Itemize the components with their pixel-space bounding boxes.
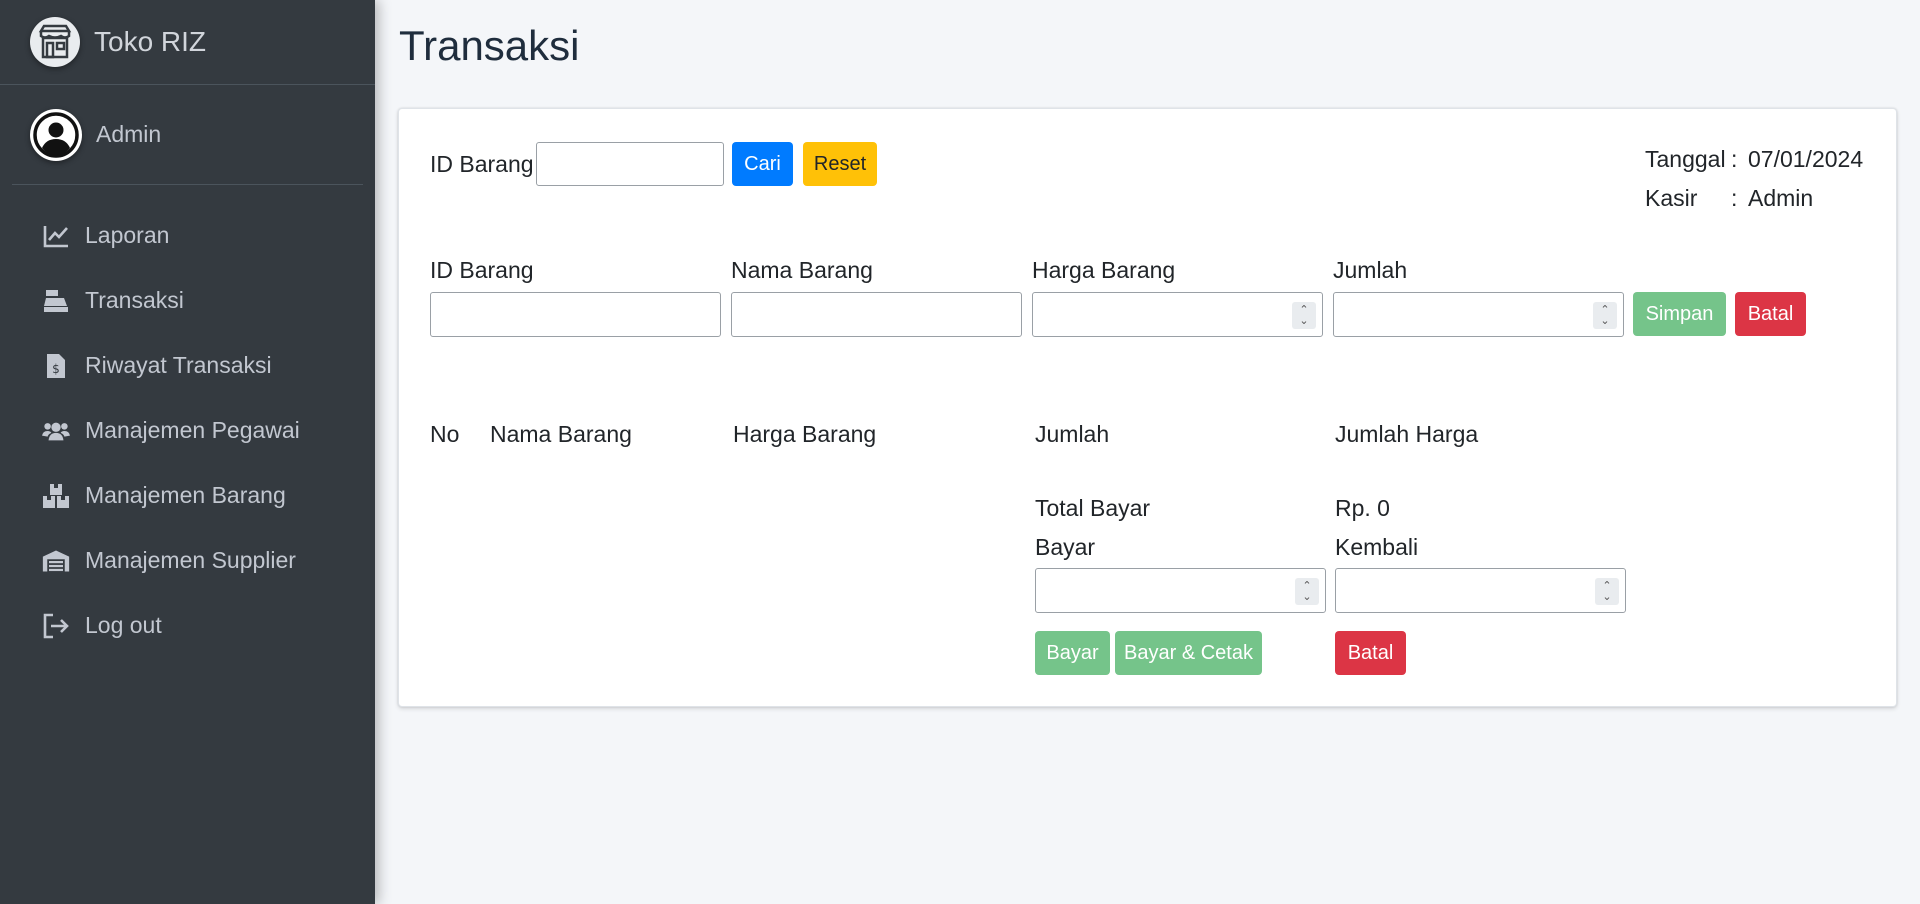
boxes-icon xyxy=(42,482,70,510)
item-id-input[interactable] xyxy=(430,292,721,337)
pay-button[interactable]: Bayar xyxy=(1035,631,1110,675)
sidebar-item-riwayat-transaksi[interactable]: $ Riwayat Transaksi xyxy=(0,333,375,398)
spinner-icon[interactable]: ⌃ ⌄ xyxy=(1292,302,1316,329)
date-label: Tanggal xyxy=(1645,146,1726,172)
pay-print-button[interactable]: Bayar & Cetak xyxy=(1115,631,1262,675)
sidebar-item-label: Laporan xyxy=(85,222,170,248)
sidebar-item-label: Transaksi xyxy=(85,287,184,313)
page-title: Transaksi xyxy=(399,22,580,69)
chart-line-icon xyxy=(42,222,70,250)
date-value: 07/01/2024 xyxy=(1748,146,1864,172)
sidebar-item-laporan[interactable]: Laporan xyxy=(0,203,375,268)
sidebar-item-label: Log out xyxy=(85,612,162,638)
svg-text:$: $ xyxy=(52,362,60,376)
spinner-icon[interactable]: ⌃ ⌄ xyxy=(1595,578,1619,605)
save-item-button[interactable]: Simpan xyxy=(1633,292,1726,336)
cashier-separator: : xyxy=(1731,185,1738,211)
cashier-value: Admin xyxy=(1748,185,1814,211)
cancel-payment-button[interactable]: Batal xyxy=(1335,631,1406,675)
sidebar-item-log-out[interactable]: Log out xyxy=(0,593,375,658)
brand-name: Toko RIZ xyxy=(94,26,207,57)
store-icon xyxy=(30,17,80,67)
item-id-label: ID Barang xyxy=(430,257,534,283)
item-qty-label: Jumlah xyxy=(1333,257,1408,283)
item-price-label: Harga Barang xyxy=(1032,257,1176,283)
cash-register-icon xyxy=(42,287,70,315)
table-header-qty: Jumlah xyxy=(1035,421,1110,447)
user-panel[interactable]: Admin xyxy=(12,85,363,185)
sidebar: Toko RIZ Admin Laporan Transaksi $ Riway… xyxy=(0,0,375,904)
search-button[interactable]: Cari xyxy=(732,142,793,186)
change-label: Kembali xyxy=(1335,534,1419,560)
total-label: Total Bayar xyxy=(1035,495,1151,521)
warehouse-icon xyxy=(42,547,70,575)
sidebar-nav: Laporan Transaksi $ Riwayat Transaksi Ma… xyxy=(0,203,375,658)
receipt-icon: $ xyxy=(42,352,70,380)
table-header-price: Harga Barang xyxy=(733,421,877,447)
pay-input[interactable]: ⌃ ⌄ xyxy=(1035,568,1326,613)
table-header-no: No xyxy=(430,421,460,447)
table-header-item-name: Nama Barang xyxy=(490,421,632,447)
sidebar-item-label: Manajemen Barang xyxy=(85,482,286,508)
users-icon xyxy=(42,417,70,445)
table-header-subtotal: Jumlah Harga xyxy=(1335,421,1479,447)
sidebar-item-label: Manajemen Pegawai xyxy=(85,417,300,443)
sidebar-item-label: Riwayat Transaksi xyxy=(85,352,272,378)
sidebar-item-transaksi[interactable]: Transaksi xyxy=(0,268,375,333)
date-separator: : xyxy=(1731,146,1738,172)
change-input[interactable]: ⌃ ⌄ xyxy=(1335,568,1626,613)
sidebar-item-label: Manajemen Supplier xyxy=(85,547,296,573)
transaction-card: ID Barang Cari Reset Tanggal : 07/01/202… xyxy=(398,108,1897,707)
item-qty-input[interactable]: ⌃ ⌄ xyxy=(1333,292,1624,337)
reset-button[interactable]: Reset xyxy=(803,142,877,186)
brand-link[interactable]: Toko RIZ xyxy=(0,0,375,85)
user-name: Admin xyxy=(96,121,162,147)
total-value: Rp. 0 xyxy=(1335,495,1390,521)
pay-label: Bayar xyxy=(1035,534,1096,560)
sign-out-icon xyxy=(42,612,70,640)
cancel-item-button[interactable]: Batal xyxy=(1735,292,1806,336)
item-name-input[interactable] xyxy=(731,292,1022,337)
sidebar-item-manajemen-supplier[interactable]: Manajemen Supplier xyxy=(0,528,375,593)
search-id-input[interactable] xyxy=(536,142,724,186)
spinner-icon[interactable]: ⌃ ⌄ xyxy=(1295,578,1319,605)
spinner-icon[interactable]: ⌃ ⌄ xyxy=(1593,302,1617,329)
user-circle-icon xyxy=(30,108,82,161)
cashier-label: Kasir xyxy=(1645,185,1698,211)
item-name-label: Nama Barang xyxy=(731,257,873,283)
sidebar-item-manajemen-pegawai[interactable]: Manajemen Pegawai xyxy=(0,398,375,463)
search-id-label: ID Barang xyxy=(430,151,534,177)
item-price-input[interactable]: ⌃ ⌄ xyxy=(1032,292,1323,337)
sidebar-item-manajemen-barang[interactable]: Manajemen Barang xyxy=(0,463,375,528)
